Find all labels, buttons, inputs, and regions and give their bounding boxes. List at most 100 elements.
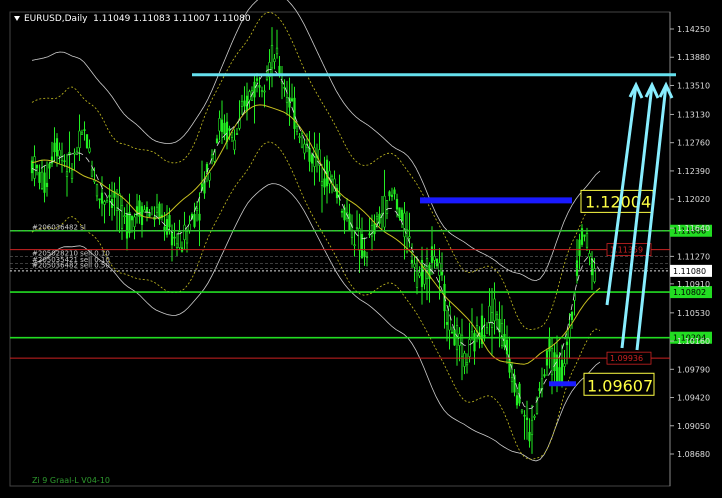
candle-body xyxy=(130,215,134,221)
candle-body xyxy=(490,312,494,328)
candle-body xyxy=(578,239,581,256)
candle-body xyxy=(358,228,361,251)
axis-tick-label: 1.11270 xyxy=(677,252,710,261)
candle-body xyxy=(533,415,536,418)
candle-body xyxy=(543,374,546,377)
candle-body xyxy=(520,409,524,413)
current-price-label: 1.11080 xyxy=(673,267,706,276)
candle-body xyxy=(255,78,259,81)
candle-body xyxy=(198,213,201,221)
candle-body xyxy=(308,147,311,162)
candle-body xyxy=(143,209,146,213)
candle-body xyxy=(290,98,294,102)
candle-body xyxy=(155,206,159,213)
candle-body xyxy=(193,214,196,227)
candle-body xyxy=(560,359,564,386)
candle-body xyxy=(90,169,94,177)
candle-body xyxy=(408,236,411,239)
candle-body xyxy=(95,184,99,197)
candle-body xyxy=(195,208,199,211)
price-chart[interactable]: 1.116061.108021.102041.113591.099361.110… xyxy=(0,0,722,498)
candle-body xyxy=(108,194,111,198)
candle-body xyxy=(120,205,124,229)
chart-header: EURUSD,Daily 1.11049 1.11083 1.11007 1.1… xyxy=(14,14,251,24)
axis-tick-label: 1.09790 xyxy=(677,365,710,374)
candle-body xyxy=(263,90,266,93)
candle-body xyxy=(485,327,489,334)
candle-body xyxy=(435,258,439,267)
candle-body xyxy=(483,334,486,337)
candle-body xyxy=(278,65,281,74)
candle-body xyxy=(40,171,44,189)
candle-body xyxy=(385,199,389,214)
candle-body xyxy=(295,125,299,132)
candle-body xyxy=(500,323,504,346)
candle-body xyxy=(145,206,149,212)
candle-body xyxy=(585,232,589,248)
order-label: #205036482 sell 0.50 xyxy=(32,262,110,270)
candle-body xyxy=(150,206,154,210)
candle-body xyxy=(298,136,301,138)
chart-window[interactable]: 1.11606 1.10802 1.10204 1.11359 1.09936 1.110… xyxy=(0,0,722,498)
candle-body xyxy=(58,149,61,157)
candle-body xyxy=(133,216,136,227)
candle-body xyxy=(330,175,334,181)
candle-body xyxy=(188,223,191,231)
annotation-price-upper: 1.12004 xyxy=(585,192,651,211)
candle-body xyxy=(243,100,246,107)
candle-body xyxy=(583,234,586,237)
candle-body xyxy=(530,419,534,436)
symbol-label: EURUSD,Daily xyxy=(24,14,88,24)
candle-body xyxy=(395,198,399,210)
chevron-down-icon[interactable] xyxy=(14,16,20,21)
candle-body xyxy=(555,354,559,384)
candle-body xyxy=(565,341,569,346)
candle-body xyxy=(468,339,471,357)
axis-tick-label: 1.10160 xyxy=(677,337,710,346)
candle-body xyxy=(400,209,404,222)
candle-body xyxy=(465,361,469,366)
candle-body xyxy=(170,232,174,246)
candle-body xyxy=(88,147,91,153)
candle-body xyxy=(43,172,46,193)
candle-body xyxy=(320,181,324,186)
candle-body xyxy=(495,314,499,320)
level-label: 1.09936 xyxy=(610,354,643,363)
candle-body xyxy=(570,312,574,320)
candle-body xyxy=(373,223,376,235)
candle-body xyxy=(440,271,444,276)
candle-body xyxy=(553,352,556,372)
candle-body xyxy=(363,250,366,258)
candle-body xyxy=(248,91,251,101)
candle-body xyxy=(98,198,101,201)
candle-body xyxy=(310,154,314,164)
ohlc-values: 1.11049 1.11083 1.11007 1.11080 xyxy=(93,14,251,24)
candle-body xyxy=(80,132,84,135)
blue-marker-lower xyxy=(549,381,576,387)
candle-body xyxy=(85,134,89,149)
candle-body xyxy=(390,194,394,197)
candle-body xyxy=(125,212,129,239)
candle-body xyxy=(220,119,224,133)
candle-body xyxy=(383,195,386,228)
axis-tick-label: 1.12760 xyxy=(677,139,710,148)
candle-body xyxy=(403,212,406,238)
candle-body xyxy=(273,58,276,62)
candle-body xyxy=(568,327,571,339)
candle-body xyxy=(375,216,379,220)
candle-body xyxy=(38,171,41,183)
candle-body xyxy=(70,169,74,179)
candle-body xyxy=(515,395,519,406)
candle-body xyxy=(473,333,476,352)
candle-body xyxy=(183,224,186,241)
candle-body xyxy=(78,130,81,149)
candle-body xyxy=(508,358,511,373)
candle-body xyxy=(488,305,491,324)
candle-body xyxy=(235,133,239,135)
candle-body xyxy=(415,270,419,288)
candle-body xyxy=(438,262,441,276)
axis-tick-label: 1.13510 xyxy=(677,81,710,90)
candle-body xyxy=(240,100,244,107)
candle-body xyxy=(185,231,189,244)
candle-body xyxy=(418,272,421,277)
